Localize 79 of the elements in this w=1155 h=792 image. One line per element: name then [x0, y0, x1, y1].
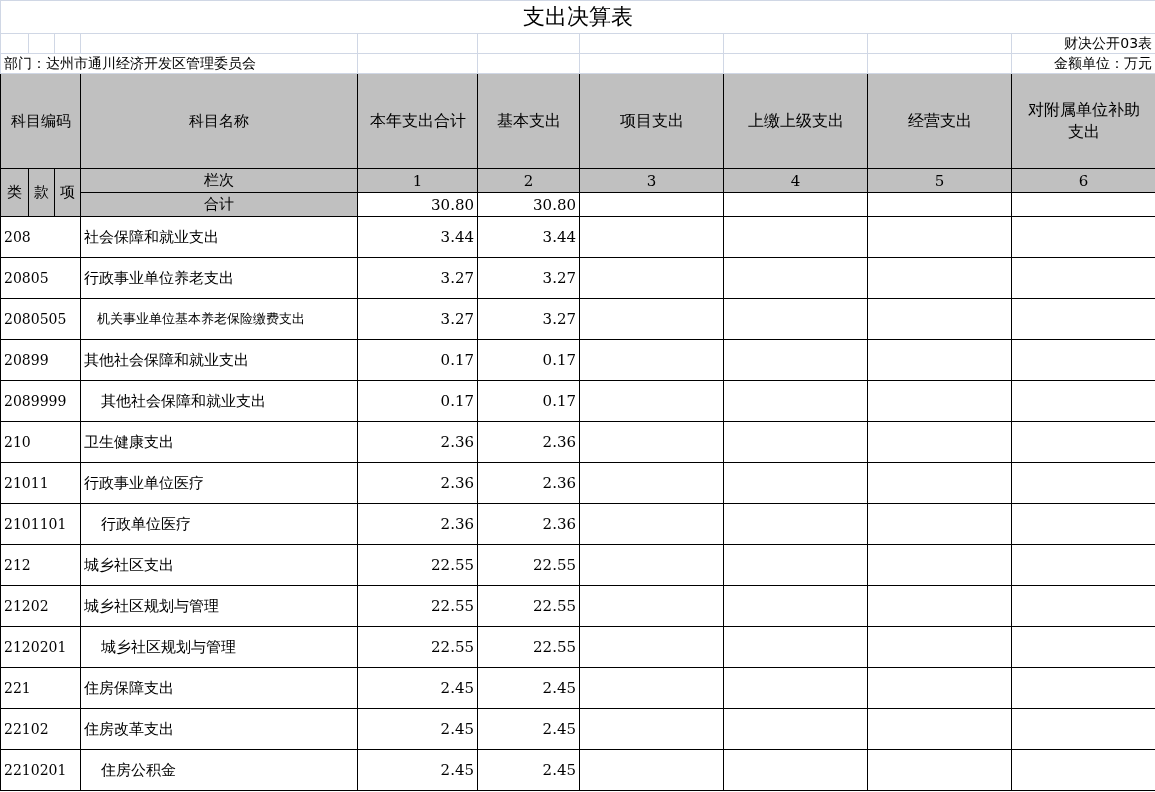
- table-cell: 22.55: [357, 544, 478, 586]
- column-number: 3: [579, 168, 724, 193]
- table-cell: 住房改革支出: [80, 708, 358, 750]
- column-number: 1: [357, 168, 478, 193]
- table-cell: 机关事业单位基本养老保险缴费支出: [80, 298, 358, 340]
- table-cell: 212: [0, 544, 81, 586]
- column-header: 对附属单位补助支出: [1011, 73, 1155, 169]
- table-cell: 22.55: [477, 544, 580, 586]
- table-cell: 22.55: [477, 626, 580, 668]
- table-cell: 2.45: [357, 749, 478, 791]
- table-cell: 2080505: [0, 298, 81, 340]
- table-cell: 30.80: [477, 192, 580, 217]
- table-cell: 20899: [0, 339, 81, 381]
- row-header: 合计: [80, 192, 358, 217]
- column-header: 基本支出: [477, 73, 580, 169]
- department-label: 部门：达州市通川经济开发区管理委员会: [0, 53, 358, 74]
- table-cell: 3.27: [357, 257, 478, 299]
- unit-label: 金额单位：万元: [1011, 53, 1155, 74]
- column-header: 项目支出: [579, 73, 724, 169]
- column-header: 经营支出: [867, 73, 1012, 169]
- column-header: 科目编码: [0, 73, 81, 169]
- table-cell: 21202: [0, 585, 81, 627]
- column-number: 4: [723, 168, 868, 193]
- table-cell: 行政事业单位养老支出: [80, 257, 358, 299]
- table-cell: 3.27: [477, 257, 580, 299]
- table-cell: 其他社会保障和就业支出: [80, 380, 358, 422]
- table-cell: 2.36: [357, 503, 478, 545]
- table-cell: 3.27: [477, 298, 580, 340]
- table-cell: 2101101: [0, 503, 81, 545]
- table-cell: 2120201: [0, 626, 81, 668]
- table-cell: 住房保障支出: [80, 667, 358, 709]
- table-cell: 卫生健康支出: [80, 421, 358, 463]
- table-cell: 2210201: [0, 749, 81, 791]
- table-cell: 22.55: [357, 626, 478, 668]
- table-cell: 2.36: [477, 462, 580, 504]
- table-cell: 城乡社区支出: [80, 544, 358, 586]
- column-number: 6: [1011, 168, 1155, 193]
- column-header: 科目名称: [80, 73, 358, 169]
- table-cell: 2.45: [477, 708, 580, 750]
- table-cell: 0.17: [357, 380, 478, 422]
- table-cell: 208: [0, 216, 81, 258]
- table-cell: 3.27: [357, 298, 478, 340]
- table-title: 支出决算表: [0, 0, 1155, 34]
- table-cell: 20805: [0, 257, 81, 299]
- table-cell: 221: [0, 667, 81, 709]
- table-cell: 行政单位医疗: [80, 503, 358, 545]
- table-cell: 22.55: [477, 585, 580, 627]
- table-cell: 21011: [0, 462, 81, 504]
- column-header: 本年支出合计: [357, 73, 478, 169]
- form-number: 财决公开03表: [1011, 33, 1155, 54]
- table-cell: 住房公积金: [80, 749, 358, 791]
- row-header: 栏次: [80, 168, 358, 193]
- table-cell: 0.17: [477, 339, 580, 381]
- table-cell: 2.36: [477, 503, 580, 545]
- table-cell: 22102: [0, 708, 81, 750]
- column-number: 2: [477, 168, 580, 193]
- table-cell: 0.17: [357, 339, 478, 381]
- table-cell: 其他社会保障和就业支出: [80, 339, 358, 381]
- table-cell: 0.17: [477, 380, 580, 422]
- table-cell: 2089999: [0, 380, 81, 422]
- table-cell: 2.45: [357, 708, 478, 750]
- table-cell: 2.36: [477, 421, 580, 463]
- column-header: 类: [0, 168, 29, 217]
- table-cell: 2.36: [357, 421, 478, 463]
- table-cell: 22.55: [357, 585, 478, 627]
- table-cell: 3.44: [477, 216, 580, 258]
- table-cell: 2.45: [477, 749, 580, 791]
- table-cell: 210: [0, 421, 81, 463]
- column-number: 5: [867, 168, 1012, 193]
- table-cell: 2.45: [357, 667, 478, 709]
- table-cell: 城乡社区规划与管理: [80, 626, 358, 668]
- table-cell: 行政事业单位医疗: [80, 462, 358, 504]
- table-cell: 30.80: [357, 192, 478, 217]
- table-cell: 3.44: [357, 216, 478, 258]
- table-cell: 2.36: [357, 462, 478, 504]
- column-header: 上缴上级支出: [723, 73, 868, 169]
- table-cell: 2.45: [477, 667, 580, 709]
- table-cell: 社会保障和就业支出: [80, 216, 358, 258]
- table-cell: 城乡社区规划与管理: [80, 585, 358, 627]
